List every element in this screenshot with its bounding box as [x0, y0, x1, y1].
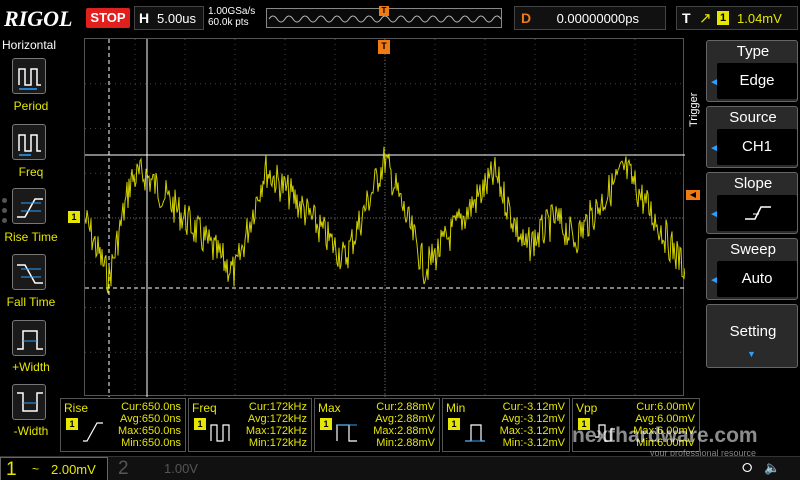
ch2-number: 2: [118, 458, 129, 479]
measure-rise[interactable]: Rise 1 Cur:650.0ns Avg:650.0ns Max:650.0ns…: [60, 398, 186, 452]
measure-max[interactable]: Max 1 Cur:2.88mV Avg:2.88mV Max:2.88mV Min:…: [314, 398, 440, 452]
chevron-down-icon: ▼: [747, 349, 756, 359]
freq-icon: [210, 424, 230, 442]
trigger-level: 1.04mV: [737, 11, 782, 26]
measure-values: Cur:-3.12mV Avg:-3.12mV Max:-3.12mV Min:-3.…: [499, 401, 565, 449]
ch1-status[interactable]: 1 ~ 2.00mV: [0, 457, 108, 480]
scroll-dot: [2, 218, 7, 223]
measure-title: Vpp: [576, 401, 598, 415]
memory-trigger-marker: T: [379, 6, 389, 16]
ch1-coupling: ~: [32, 462, 40, 476]
measure-channel-badge: 1: [66, 418, 78, 430]
plus-width-label: +Width: [12, 360, 50, 374]
measure-channel-badge: 1: [448, 418, 460, 430]
fall-time-icon: [17, 264, 43, 284]
freq-label: Freq: [18, 165, 44, 179]
ch1-offset-marker[interactable]: 1: [68, 211, 80, 223]
usb-icon: ⭘: [742, 460, 753, 475]
horizontal-key: H: [139, 10, 150, 26]
trigger-key: T: [682, 10, 691, 26]
measure-title: Freq: [192, 401, 217, 415]
scroll-dot: [2, 208, 7, 213]
setting-title: Setting: [729, 323, 777, 340]
scroll-dot: [2, 198, 7, 203]
trigger-slope-softkey[interactable]: Slope ◀: [706, 172, 798, 234]
trigger-source-softkey[interactable]: Source ◀ CH1: [706, 106, 798, 168]
sample-info: 1.00GSa/s 60.0k pts: [208, 6, 255, 28]
plus-width-icon: [17, 330, 43, 350]
delay-value: 0.00000000ps: [556, 11, 639, 26]
freq-icon: [18, 134, 41, 156]
measure-channel-badge: 1: [194, 418, 206, 430]
period-icon: [18, 68, 41, 90]
rise-time-button[interactable]: [12, 188, 46, 224]
timebase-box[interactable]: H 5.00us: [134, 6, 204, 30]
slope-title: Slope: [733, 175, 773, 192]
measure-title: Min: [446, 401, 466, 415]
measure-values: Cur:172kHz Avg:172kHz Max:172kHz Min:172kHz: [245, 401, 307, 449]
rising-edge-icon: ↗: [699, 10, 712, 27]
measure-values: Cur:2.88mV Avg:2.88mV Max:2.88mV Min:2.88mV: [373, 401, 435, 449]
trigger-channel-badge: 1: [717, 11, 729, 25]
ch2-scale: 1.00V: [164, 461, 198, 476]
rise-time-icon: [17, 198, 43, 218]
watermark-brand: nexthardware.com: [572, 424, 758, 447]
minus-width-label: -Width: [13, 424, 49, 438]
rising-slope-icon: [745, 206, 771, 220]
ch1-scale: 2.00mV: [51, 462, 96, 477]
left-menu-title: Horizontal: [2, 38, 57, 52]
rise-time-label: Rise Time: [4, 230, 58, 244]
period-button[interactable]: [12, 58, 46, 94]
speaker-icon[interactable]: 🔈: [764, 460, 780, 476]
source-title: Source: [729, 109, 777, 126]
type-title: Type: [736, 43, 770, 60]
trigger-box[interactable]: T ↗ 1 1.04mV: [676, 6, 798, 30]
period-label: Period: [13, 99, 49, 113]
slope-value: [717, 195, 797, 231]
sweep-title: Sweep: [730, 241, 776, 258]
sample-rate: 1.00GSa/s: [208, 6, 256, 17]
measure-min[interactable]: Min 1 Cur:-3.12mV Avg:-3.12mV Max:-3.12mV M…: [442, 398, 570, 452]
waveform-graticule: [85, 39, 685, 397]
type-value: Edge: [717, 63, 797, 99]
min-icon: [465, 424, 485, 442]
run-stop-status[interactable]: STOP: [86, 8, 130, 28]
measure-freq[interactable]: Freq 1 Cur:172kHz Avg:172kHz Max:172kHz Min…: [188, 398, 312, 452]
waveform-display[interactable]: [84, 38, 685, 397]
fall-time-label: Fall Time: [6, 295, 56, 309]
sweep-value: Auto: [717, 261, 797, 297]
top-status-bar: RIGOL STOP H 5.00us 1.00GSa/s 60.0k pts …: [0, 0, 800, 36]
freq-button[interactable]: [12, 124, 46, 160]
trigger-level-marker[interactable]: ◀: [686, 190, 700, 200]
minus-width-button[interactable]: [12, 384, 46, 420]
source-value: CH1: [717, 129, 797, 165]
measure-channel-badge: 1: [320, 418, 332, 430]
rise-time-icon: [83, 422, 103, 442]
ch2-status[interactable]: 2 1.00V: [112, 457, 212, 480]
ch1-number: 1: [6, 459, 17, 480]
measure-title: Rise: [64, 401, 89, 415]
measure-values: Cur:650.0ns Avg:650.0ns Max:650.0ns Min:650…: [118, 401, 181, 449]
rigol-logo: RIGOL: [4, 6, 73, 31]
minus-width-icon: [17, 392, 43, 412]
fall-time-button[interactable]: [12, 254, 46, 290]
channel-status-bar: 1 ~ 2.00mV 2 1.00V ⭘ 🔈: [0, 456, 800, 480]
memory-depth: 60.0k pts: [208, 17, 249, 28]
trigger-menu-label: Trigger: [688, 92, 700, 128]
measure-title: Max: [318, 401, 341, 415]
trigger-setting-softkey[interactable]: Setting ▼: [706, 304, 798, 368]
trigger-position-marker[interactable]: T: [378, 40, 390, 54]
trigger-sweep-softkey[interactable]: Sweep ◀ Auto: [706, 238, 798, 300]
max-icon: [336, 424, 357, 442]
trigger-type-softkey[interactable]: Type ◀ Edge: [706, 40, 798, 102]
delay-key: D: [521, 10, 532, 26]
plus-width-button[interactable]: [12, 320, 46, 356]
timebase-value: 5.00us: [157, 11, 197, 26]
delay-box[interactable]: D 0.00000000ps: [514, 6, 666, 30]
left-menu-panel: Horizontal Period Freq Rise Time Fall Ti…: [0, 38, 60, 438]
